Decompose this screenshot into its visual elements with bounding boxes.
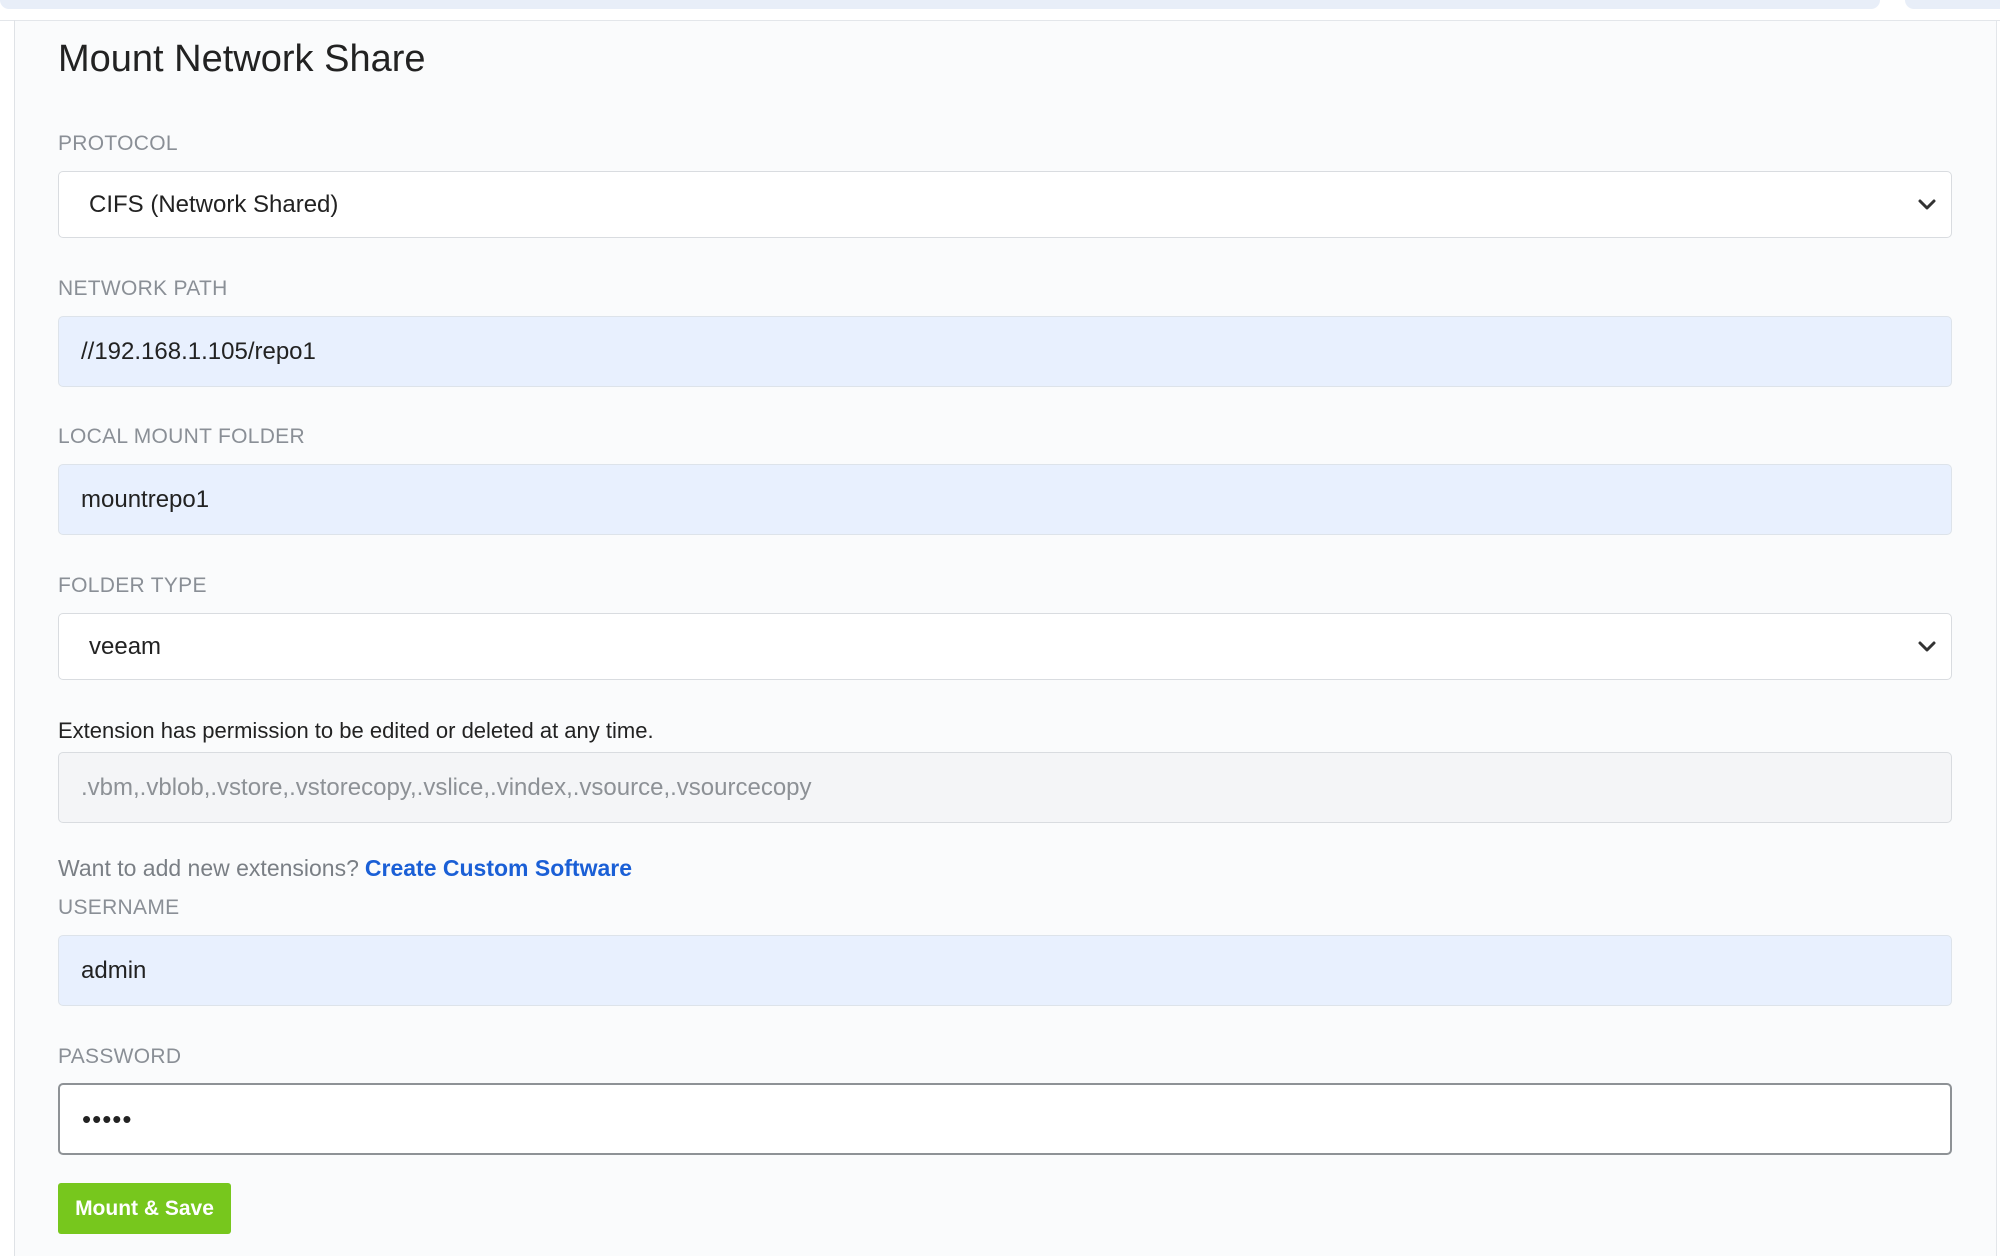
protocol-select[interactable]: CIFS (Network Shared): [58, 171, 1952, 238]
page-title: Mount Network Share: [58, 38, 426, 80]
extension-permission-note: Extension has permission to be edited or…: [58, 718, 654, 743]
password-masked-value: •••••: [82, 1103, 133, 1134]
username-input[interactable]: admin: [58, 935, 1952, 1006]
chevron-down-icon: [1918, 641, 1936, 651]
top-strip: [0, 0, 2000, 21]
password-label: PASSWORD: [58, 1045, 182, 1068]
mount-and-save-button[interactable]: Mount & Save: [58, 1183, 231, 1234]
extensions-input[interactable]: .vbm,.vblob,.vstore,.vstorecopy,.vslice,…: [58, 752, 1952, 823]
network-path-input[interactable]: //192.168.1.105/repo1: [58, 316, 1952, 387]
username-label: USERNAME: [58, 896, 180, 919]
local-mount-folder-label: LOCAL MOUNT FOLDER: [58, 425, 305, 448]
local-mount-folder-input[interactable]: mountrepo1: [58, 464, 1952, 535]
right-divider: [1996, 20, 1997, 1256]
password-input[interactable]: •••••: [58, 1083, 1952, 1155]
add-extensions-help: Want to add new extensions? Create Custom…: [58, 855, 632, 882]
top-bar-segment-right: [1905, 0, 2000, 9]
network-path-value: //192.168.1.105/repo1: [81, 337, 316, 365]
folder-type-select[interactable]: veeam: [58, 613, 1952, 680]
folder-type-label: FOLDER TYPE: [58, 574, 207, 597]
create-custom-software-link[interactable]: Create Custom Software: [365, 855, 632, 881]
local-mount-folder-value: mountrepo1: [81, 485, 210, 513]
folder-type-selected-value: veeam: [89, 632, 162, 660]
network-path-label: NETWORK PATH: [58, 277, 228, 300]
username-value: admin: [81, 956, 147, 984]
chevron-down-icon: [1918, 199, 1936, 209]
top-bar-segment: [0, 0, 1880, 9]
extensions-value: .vbm,.vblob,.vstore,.vstorecopy,.vslice,…: [81, 773, 812, 801]
add-extensions-prompt: Want to add new extensions?: [58, 855, 359, 881]
protocol-label: PROTOCOL: [58, 132, 178, 155]
protocol-selected-value: CIFS (Network Shared): [89, 190, 339, 218]
